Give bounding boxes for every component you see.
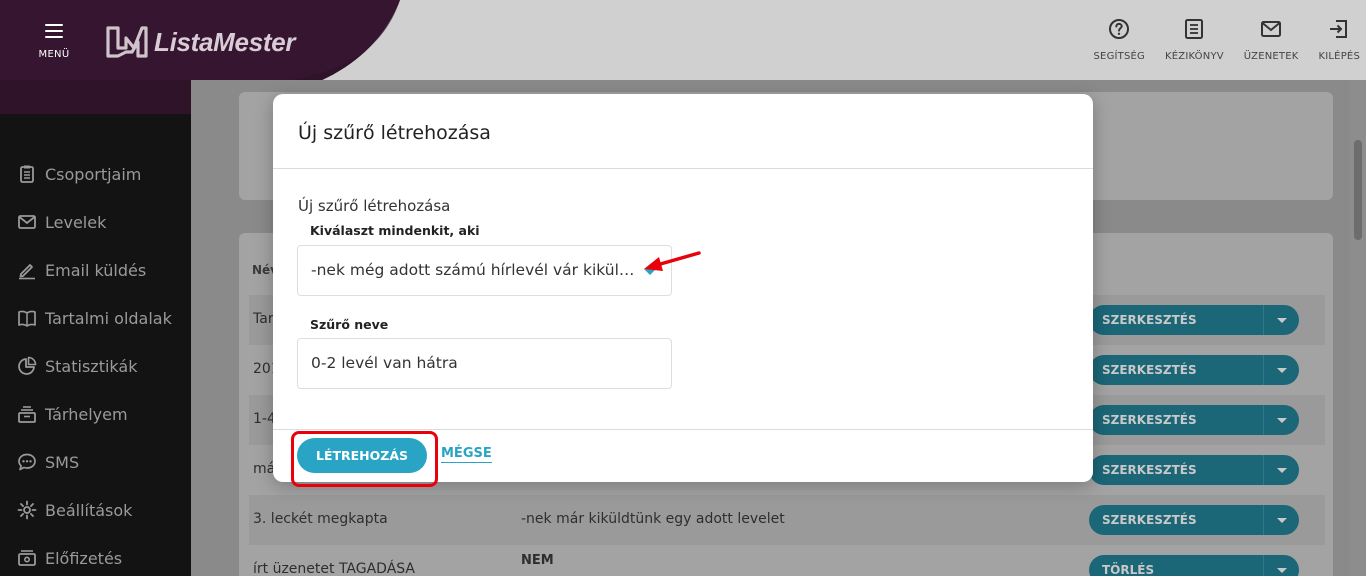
sidebar-item-label: Tárhelyem bbox=[45, 404, 128, 424]
clipboard-icon bbox=[20, 165, 34, 183]
mail-icon bbox=[1261, 21, 1282, 37]
row-condition: -nek már kiküldtünk egy adott levelet bbox=[521, 511, 785, 527]
sidebar-item-subscription[interactable]: Előfizetés bbox=[0, 534, 191, 576]
top-header: MENÜ ListaMester SEGÍTSÉG KÉZIKÖNYV ÜZEN… bbox=[0, 0, 1366, 120]
logout-button[interactable]: KILÉPÉS bbox=[1319, 18, 1361, 63]
settings-icon bbox=[17, 500, 37, 520]
sidebar-item-label: Statisztikák bbox=[45, 356, 138, 376]
help-button[interactable]: SEGÍTSÉG bbox=[1094, 18, 1146, 63]
sidebar-item-content-pages[interactable]: Tartalmi oldalak bbox=[0, 294, 191, 342]
sidebar-item-label: Tartalmi oldalak bbox=[45, 308, 172, 328]
edit-split-button[interactable]: SZERKESZTÉS bbox=[1089, 455, 1299, 485]
logout-icon bbox=[1330, 20, 1348, 38]
condition-select[interactable]: -nek még adott számú hírlevél vár kiküld… bbox=[297, 245, 672, 296]
page-scrollbar[interactable] bbox=[1350, 80, 1366, 576]
logo[interactable]: ListaMester bbox=[104, 24, 296, 60]
dialog-title: Új szűrő létrehozása bbox=[273, 94, 1093, 169]
sidebar-item-label: Előfizetés bbox=[45, 548, 123, 568]
manual-button[interactable]: KÉZIKÖNYV bbox=[1165, 18, 1224, 63]
help-label: SEGÍTSÉG bbox=[1093, 51, 1145, 62]
edit-button-label: SZERKESZTÉS bbox=[1102, 463, 1197, 477]
chevron-down-icon[interactable] bbox=[1263, 355, 1299, 385]
sidebar-nav: Csoportjaim Levelek Email küldés Tartalm… bbox=[0, 150, 191, 576]
chat-icon bbox=[18, 453, 36, 471]
create-button[interactable]: LÉTREHOZÁS bbox=[297, 438, 427, 473]
chevron-down-icon[interactable] bbox=[1263, 305, 1299, 335]
brand-name: ListaMester bbox=[154, 26, 296, 57]
edit-split-button[interactable]: SZERKESZTÉS bbox=[1089, 305, 1299, 335]
red-pointer-arrow-icon bbox=[644, 251, 701, 271]
edit-split-button[interactable]: SZERKESZTÉS bbox=[1089, 505, 1299, 535]
sidebar-item-label: Beállítások bbox=[45, 500, 133, 520]
sidebar-item-label: Csoportjaim bbox=[45, 164, 142, 184]
edit-button-label: SZERKESZTÉS bbox=[1102, 513, 1197, 527]
dialog-footer: LÉTREHOZÁS MÉGSE bbox=[273, 429, 1093, 487]
pen-icon bbox=[19, 264, 35, 280]
subscription-icon bbox=[18, 550, 36, 566]
manual-label: KÉZIKÖNYV bbox=[1165, 51, 1224, 62]
help-circle-icon bbox=[1109, 19, 1130, 39]
scrollbar-thumb[interactable] bbox=[1354, 140, 1362, 240]
sidebar-item-label: SMS bbox=[45, 452, 80, 472]
delete-button-label: TÖRLÉS bbox=[1102, 563, 1155, 576]
section-title: Új szűrő létrehozása bbox=[298, 197, 451, 215]
table-row: 3. leckét megkapta -nek már kiküldtünk e… bbox=[249, 495, 1325, 545]
sidebar-item-letters[interactable]: Levelek bbox=[0, 198, 191, 246]
delete-split-button[interactable]: TÖRLÉS bbox=[1089, 555, 1299, 576]
storage-icon bbox=[18, 406, 36, 423]
chevron-down-icon[interactable] bbox=[1263, 405, 1299, 435]
logo-mark-icon bbox=[106, 26, 148, 58]
row-condition: NEM bbox=[521, 553, 554, 568]
dialog-body: Új szűrő létrehozása Kiválaszt mindenkit… bbox=[273, 169, 1093, 429]
edit-split-button[interactable]: SZERKESZTÉS bbox=[1089, 405, 1299, 435]
row-name: 3. leckét megkapta bbox=[253, 511, 388, 527]
sidebar-item-statistics[interactable]: Statisztikák bbox=[0, 342, 191, 390]
sidebar-item-label: Email küldés bbox=[45, 260, 147, 280]
messages-button[interactable]: ÜZENETEK bbox=[1244, 18, 1299, 63]
select-value: -nek még adott számú hírlevél vár kiküld… bbox=[311, 261, 641, 279]
sidebar-item-storage[interactable]: Tárhelyem bbox=[0, 390, 191, 438]
sidebar-wave-fill bbox=[0, 80, 191, 114]
row-name: Tar bbox=[253, 311, 274, 327]
menu-button[interactable]: MENÜ bbox=[34, 24, 74, 61]
sidebar-item-label: Levelek bbox=[45, 212, 107, 232]
cancel-button[interactable]: MÉGSE bbox=[441, 446, 492, 463]
filter-name-input[interactable]: 0-2 levél van hátra bbox=[297, 338, 672, 389]
sidebar-item-settings[interactable]: Beállítások bbox=[0, 486, 191, 534]
top-actions: SEGÍTSÉG KÉZIKÖNYV ÜZENETEK KILÉPÉS bbox=[1074, 18, 1361, 63]
filter-name-label: Szűrő neve bbox=[310, 317, 389, 332]
create-filter-dialog: Új szűrő létrehozása Új szűrő létrehozás… bbox=[273, 94, 1093, 487]
sidebar-item-groups[interactable]: Csoportjaim bbox=[0, 150, 191, 198]
logout-label: KILÉPÉS bbox=[1318, 51, 1360, 62]
hamburger-icon bbox=[45, 24, 63, 38]
chevron-down-icon[interactable] bbox=[1263, 505, 1299, 535]
edit-split-button[interactable]: SZERKESZTÉS bbox=[1089, 355, 1299, 385]
book-icon bbox=[18, 310, 36, 327]
row-name: má bbox=[253, 461, 276, 477]
sidebar-item-sms[interactable]: SMS bbox=[0, 438, 191, 486]
menu-label: MENÜ bbox=[38, 49, 70, 60]
edit-button-label: SZERKESZTÉS bbox=[1102, 363, 1197, 377]
edit-button-label: SZERKESZTÉS bbox=[1102, 413, 1197, 427]
sidebar: Csoportjaim Levelek Email küldés Tartalm… bbox=[0, 80, 191, 576]
chevron-down-icon[interactable] bbox=[1263, 455, 1299, 485]
edit-button-label: SZERKESZTÉS bbox=[1102, 313, 1197, 327]
pie-chart-icon bbox=[18, 356, 37, 375]
manual-icon bbox=[1185, 19, 1204, 39]
row-name: írt üzenetet TAGADÁSA bbox=[253, 561, 416, 576]
sidebar-item-email-send[interactable]: Email küldés bbox=[0, 246, 191, 294]
envelope-icon bbox=[18, 215, 36, 229]
messages-label: ÜZENETEK bbox=[1243, 51, 1299, 62]
table-row: írt üzenetet TAGADÁSA NEM TÖRLÉS bbox=[249, 545, 1325, 576]
select-label: Kiválaszt mindenkit, aki bbox=[310, 223, 480, 238]
chevron-down-icon[interactable] bbox=[1263, 555, 1299, 576]
